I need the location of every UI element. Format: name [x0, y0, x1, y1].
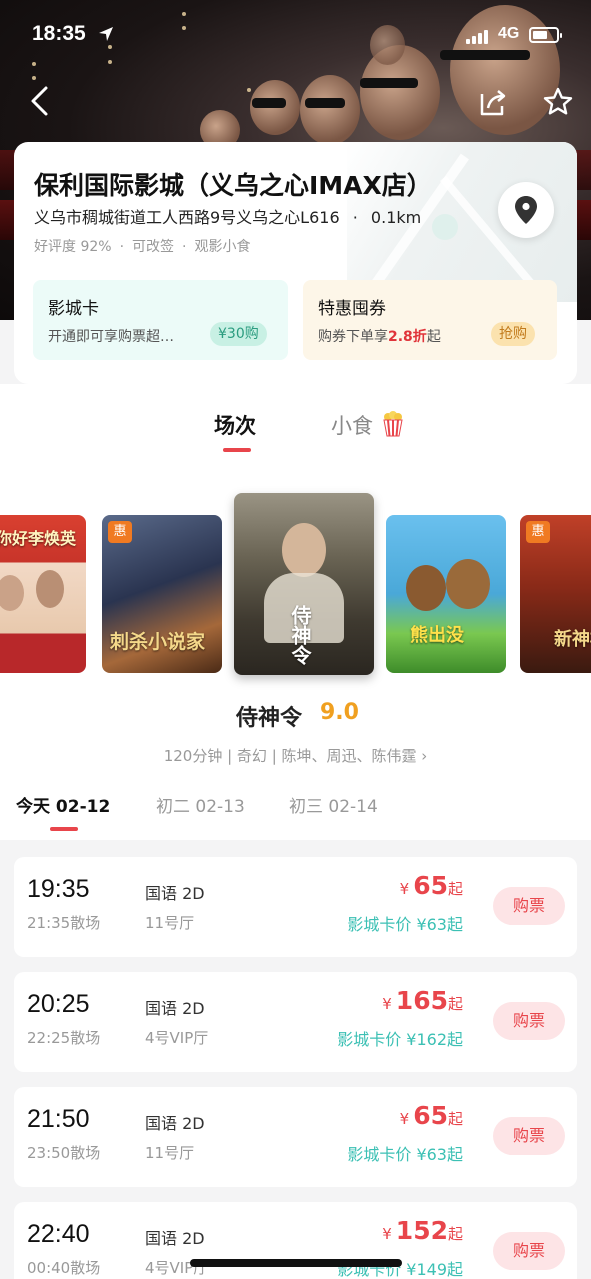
- movie-title: 侍神令: [236, 706, 303, 731]
- cinema-name: 保利国际影城（义乌之心IMAX店）: [34, 171, 432, 200]
- promo-title: 特惠囤券: [318, 299, 386, 319]
- tab-showtimes[interactable]: 场次: [214, 410, 256, 440]
- location-arrow-icon: [98, 26, 114, 46]
- movie-poster-selected[interactable]: 侍神令: [234, 493, 374, 675]
- cinema-tags: 好评度 92% · 可改签 · 观影小食: [34, 239, 251, 255]
- back-button[interactable]: [24, 84, 60, 120]
- card-price: 影城卡价 ¥63起: [347, 915, 463, 934]
- date-tab-0213[interactable]: 初二 02-13: [156, 792, 245, 817]
- movie-poster-2[interactable]: 惠 刺杀小说家: [102, 515, 222, 673]
- showtime-row[interactable]: 22:40 00:40散场 国语 2D 4号VIP厅 ¥152起 影城卡价 ¥1…: [14, 1202, 577, 1279]
- address-text: 义乌市稠城街道工人西路9号义乌之心L616: [34, 208, 340, 227]
- language-format: 国语 2D: [145, 1114, 205, 1133]
- movie-score: 9.0: [320, 700, 359, 725]
- star-icon: [543, 87, 573, 115]
- start-time: 21:50: [27, 1105, 90, 1133]
- movie-poster-1[interactable]: 你好李焕英: [0, 515, 86, 673]
- buy-ticket-button[interactable]: 购票: [493, 887, 565, 925]
- distance-text: 0.1km: [370, 208, 422, 227]
- price: ¥65起: [399, 1101, 463, 1130]
- map-location-button[interactable]: [498, 182, 554, 238]
- language-format: 国语 2D: [145, 1229, 205, 1248]
- hall-name: 11号厅: [145, 1144, 195, 1162]
- date-active-indicator: [50, 827, 78, 831]
- end-time: 22:25散场: [27, 1029, 101, 1047]
- promo-desc: 开通即可享购票超…: [48, 329, 174, 345]
- showtime-row[interactable]: 19:35 21:35散场 国语 2D 11号厅 ¥65起 影城卡价 ¥63起 …: [14, 857, 577, 957]
- cinema-card-promo[interactable]: 影城卡 开通即可享购票超… ¥30购: [33, 280, 288, 360]
- end-time: 00:40散场: [27, 1259, 101, 1277]
- showtime-row[interactable]: 21:50 23:50散场 国语 2D 11号厅 ¥65起 影城卡价 ¥63起 …: [14, 1087, 577, 1187]
- hall-name: 4号VIP厅: [145, 1029, 209, 1047]
- buy-ticket-button[interactable]: 购票: [493, 1002, 565, 1040]
- chevron-left-icon: [31, 86, 48, 116]
- tab-snacks-label: 小食: [331, 414, 373, 438]
- popcorn-icon: [383, 411, 403, 437]
- discount-highlight: 2.8折: [388, 329, 427, 345]
- favorite-button[interactable]: [540, 84, 576, 120]
- card-price: 影城卡价 ¥63起: [347, 1145, 463, 1164]
- buy-card-button[interactable]: ¥30购: [210, 322, 267, 346]
- tag-rating: 好评度 92%: [34, 239, 112, 255]
- price: ¥65起: [399, 871, 463, 900]
- movie-poster-5[interactable]: 惠 新神榜: [520, 515, 591, 673]
- date-tab-0214[interactable]: 初三 02-14: [289, 792, 378, 817]
- home-indicator[interactable]: [190, 1259, 402, 1267]
- battery-icon: [529, 27, 562, 43]
- start-time: 22:40: [27, 1220, 90, 1248]
- buy-ticket-button[interactable]: 购票: [493, 1117, 565, 1155]
- promo-desc: 购券下单享2.8折起: [318, 329, 441, 345]
- cinema-address[interactable]: 义乌市稠城街道工人西路9号义乌之心L616 · 0.1km: [34, 204, 421, 228]
- map-pin-icon: [515, 196, 537, 224]
- cellular-signal-icon: [466, 30, 492, 44]
- share-icon: [480, 90, 506, 116]
- movie-poster-4[interactable]: 熊出没: [386, 515, 506, 673]
- status-bar: 18:35 4G: [0, 20, 591, 50]
- coupon-promo[interactable]: 特惠囤券 购券下单享2.8折起 抢购: [303, 280, 557, 360]
- start-time: 20:25: [27, 990, 90, 1018]
- showtime-row[interactable]: 20:25 22:25散场 国语 2D 4号VIP厅 ¥165起 影城卡价 ¥1…: [14, 972, 577, 1072]
- date-tab-today[interactable]: 今天 02-12: [16, 792, 110, 817]
- price: ¥165起: [382, 986, 463, 1015]
- tag-snacks: 观影小食: [194, 239, 251, 255]
- share-button[interactable]: [474, 84, 510, 120]
- discount-badge: 惠: [526, 521, 550, 543]
- language-format: 国语 2D: [145, 999, 205, 1018]
- card-price: 影城卡价 ¥162起: [337, 1030, 463, 1049]
- price: ¥152起: [382, 1216, 463, 1245]
- buy-ticket-button[interactable]: 购票: [493, 1232, 565, 1270]
- end-time: 23:50散场: [27, 1144, 101, 1162]
- network-type: 4G: [498, 25, 520, 42]
- promo-title: 影城卡: [48, 299, 99, 319]
- cinema-info-card: 保利国际影城（义乌之心IMAX店） 义乌市稠城街道工人西路9号义乌之心L616 …: [14, 142, 577, 384]
- tab-active-indicator: [223, 448, 251, 452]
- grab-coupon-button[interactable]: 抢购: [491, 322, 535, 346]
- start-time: 19:35: [27, 875, 90, 903]
- tab-snacks[interactable]: 小食: [331, 410, 404, 440]
- tag-refund: 可改签: [132, 239, 175, 255]
- hall-name: 11号厅: [145, 914, 195, 932]
- end-time: 21:35散场: [27, 914, 101, 932]
- discount-badge: 惠: [108, 521, 132, 543]
- status-time: 18:35: [32, 22, 86, 45]
- movie-meta[interactable]: 120分钟 | 奇幻 | 陈坤、周迅、陈伟霆 ›: [0, 745, 591, 766]
- language-format: 国语 2D: [145, 884, 205, 903]
